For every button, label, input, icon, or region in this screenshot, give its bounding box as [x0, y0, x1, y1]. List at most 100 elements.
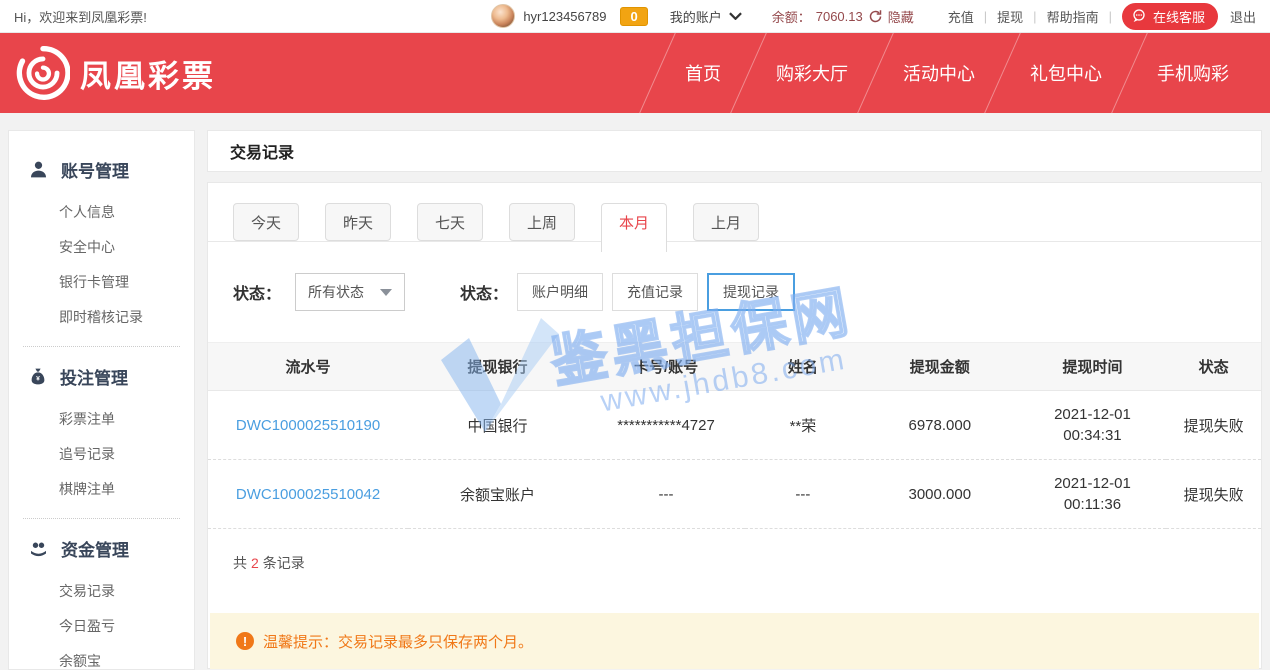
logout-link[interactable]: 退出 — [1230, 7, 1256, 26]
top-links: 充值 | 提现 | 帮助指南 | — [948, 7, 1122, 26]
col-status: 状态 — [1166, 343, 1261, 391]
tab-last-week[interactable]: 上周 — [509, 203, 575, 241]
card-cell: ***********4727 — [587, 391, 745, 460]
tab-yesterday[interactable]: 昨天 — [325, 203, 391, 241]
nav-item-home[interactable]: 首页 — [658, 60, 748, 86]
recharge-link[interactable]: 充值 — [948, 7, 974, 26]
serial-number-link[interactable]: DWC1000025510042 — [208, 460, 408, 529]
records-count: 共2条记录 — [208, 529, 1261, 597]
sidebar-item-yuebao[interactable]: 余额宝 — [59, 644, 194, 670]
brand-logo[interactable]: 凤凰彩票 — [16, 46, 216, 100]
my-account-label: 我的账户 — [670, 7, 722, 26]
status-cell: 提现失败 — [1166, 391, 1261, 460]
bank-cell: 中国银行 — [408, 391, 587, 460]
sidebar-group-title: 账号管理 — [61, 157, 129, 182]
sidebar-group-title: 资金管理 — [61, 536, 129, 561]
time-text: 00:34:31 — [1019, 425, 1166, 446]
amount-cell: 3000.000 — [861, 460, 1019, 529]
warning-icon: ! — [236, 632, 254, 650]
sidebar-item-transaction-records[interactable]: 交易记录 — [59, 574, 194, 609]
divider — [23, 518, 180, 519]
sidebar-item-lottery-orders[interactable]: 彩票注单 — [59, 402, 194, 437]
status-filter-label: 状态： — [233, 280, 281, 304]
name-cell: **荣 — [745, 391, 861, 460]
status-dropdown-value: 所有状态 — [308, 282, 364, 302]
sidebar-item-today-profit-loss[interactable]: 今日盈亏 — [59, 609, 194, 644]
funds-icon — [29, 540, 48, 558]
tab-this-month[interactable]: 本月 — [601, 203, 667, 252]
divider: | — [984, 9, 987, 24]
nav-item-lottery-hall[interactable]: 购彩大厅 — [749, 60, 875, 86]
date-text: 2021-12-01 — [1019, 473, 1166, 494]
date-text: 2021-12-01 — [1019, 404, 1166, 425]
status-dropdown[interactable]: 所有状态 — [295, 273, 405, 311]
status-cell: 提现失败 — [1166, 460, 1261, 529]
user-icon — [29, 160, 48, 179]
sidebar-item-chase-records[interactable]: 追号记录 — [59, 437, 194, 472]
moneybag-icon: ¥ — [29, 367, 47, 386]
greeting-text: Hi，欢迎来到凤凰彩票! — [14, 7, 491, 26]
amount-cell: 6978.000 — [861, 391, 1019, 460]
time-cell: 2021-12-01 00:34:31 — [1019, 391, 1166, 460]
bank-cell: 余额宝账户 — [408, 460, 587, 529]
online-service-button[interactable]: 在线客服 — [1122, 3, 1218, 30]
notice-text: 温馨提示：交易记录最多只保存两个月。 — [263, 631, 533, 652]
table-row: DWC1000025510042 余额宝账户 --- --- 3000.000 … — [208, 460, 1261, 529]
username-text: hyr123456789 — [523, 9, 606, 24]
tab-last-month[interactable]: 上月 — [693, 203, 759, 241]
serial-number-link[interactable]: DWC1000025510190 — [208, 391, 408, 460]
sidebar-item-personal-info[interactable]: 个人信息 — [59, 195, 194, 230]
tab-today[interactable]: 今天 — [233, 203, 299, 241]
brand-header: 凤凰彩票 首页 购彩大厅 活动中心 礼包中心 手机购彩 — [0, 33, 1270, 113]
sidebar-item-board-game-orders[interactable]: 棋牌注单 — [59, 472, 194, 507]
time-cell: 2021-12-01 00:11:36 — [1019, 460, 1166, 529]
divider — [23, 346, 180, 347]
sidebar-item-security-center[interactable]: 安全中心 — [59, 230, 194, 265]
user-avatar[interactable] — [491, 4, 515, 28]
sidebar-item-audit-records[interactable]: 即时稽核记录 — [59, 300, 194, 335]
filter-account-detail-button[interactable]: 账户明细 — [517, 273, 603, 311]
online-service-label: 在线客服 — [1153, 7, 1205, 26]
nav-item-mobile[interactable]: 手机购彩 — [1130, 60, 1256, 86]
withdraw-link[interactable]: 提现 — [997, 7, 1023, 26]
records-panel: 今天 昨天 七天 上周 本月 上月 状态： 所有状态 状态： 账户明细 充值记录… — [207, 182, 1262, 669]
sidebar-group-title: 投注管理 — [60, 364, 128, 389]
sidebar-group-betting: ¥ 投注管理 — [9, 364, 194, 389]
my-account-dropdown[interactable]: 我的账户 — [670, 7, 742, 26]
filter-row: 状态： 所有状态 状态： 账户明细 充值记录 提现记录 — [208, 242, 1261, 342]
count-prefix: 共 — [233, 555, 247, 571]
filter-withdraw-records-button[interactable]: 提现记录 — [707, 273, 795, 311]
sidebar-item-bank-card[interactable]: 银行卡管理 — [59, 265, 194, 300]
name-cell: --- — [745, 460, 861, 529]
main-nav: 首页 购彩大厅 活动中心 礼包中心 手机购彩 — [657, 33, 1270, 113]
col-withdraw-time: 提现时间 — [1019, 343, 1166, 391]
col-card-account: 卡号/账号 — [587, 343, 745, 391]
hide-balance-link[interactable]: 隐藏 — [888, 7, 914, 26]
headset-chat-icon — [1131, 8, 1147, 24]
col-withdraw-bank: 提现银行 — [408, 343, 587, 391]
sidebar: 账号管理 个人信息 安全中心 银行卡管理 即时稽核记录 ¥ 投注管理 彩票注单 … — [8, 130, 195, 670]
brand-name: 凤凰彩票 — [80, 51, 216, 96]
transactions-table: 流水号 提现银行 卡号/账号 姓名 提现金额 提现时间 状态 DWC100002… — [208, 342, 1261, 529]
time-text: 00:11:36 — [1019, 494, 1166, 515]
nav-item-gift-center[interactable]: 礼包中心 — [1003, 60, 1129, 86]
message-count-badge[interactable]: 0 — [620, 7, 647, 26]
filter-recharge-records-button[interactable]: 充值记录 — [612, 273, 698, 311]
chevron-down-icon — [729, 12, 742, 20]
type-filter-label: 状态： — [460, 280, 508, 304]
help-guide-link[interactable]: 帮助指南 — [1047, 7, 1099, 26]
card-cell: --- — [587, 460, 745, 529]
date-range-tabs: 今天 昨天 七天 上周 本月 上月 — [208, 183, 1261, 242]
refresh-icon[interactable] — [868, 9, 883, 24]
svg-text:¥: ¥ — [36, 376, 40, 383]
phoenix-swirl-icon — [16, 46, 70, 100]
col-name: 姓名 — [745, 343, 861, 391]
col-serial-number: 流水号 — [208, 343, 408, 391]
divider: | — [1033, 9, 1036, 24]
balance-label: 余额： — [772, 7, 811, 26]
table-row: DWC1000025510190 中国银行 ***********4727 **… — [208, 391, 1261, 460]
nav-item-activity-center[interactable]: 活动中心 — [876, 60, 1002, 86]
balance-value: 7060.13 — [816, 9, 863, 24]
tab-seven-days[interactable]: 七天 — [417, 203, 483, 241]
count-suffix: 条记录 — [263, 555, 305, 571]
